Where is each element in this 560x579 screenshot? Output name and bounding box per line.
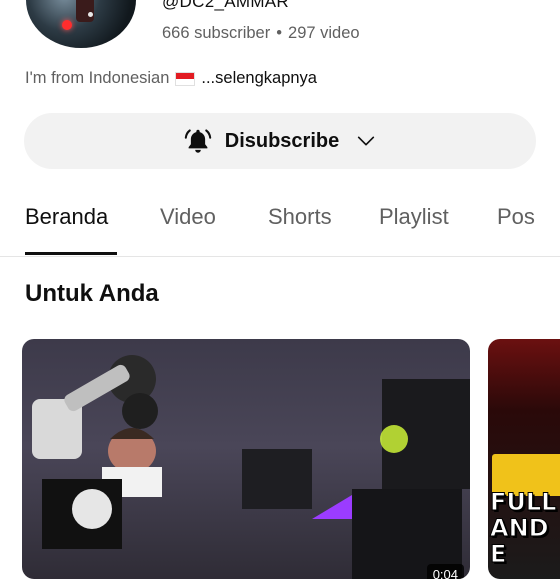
tab-playlist[interactable]: Playlist (379, 204, 449, 230)
channel-description[interactable]: I'm from Indonesian ...selengkapnya (25, 69, 317, 88)
chevron-down-icon (358, 136, 375, 146)
tab-posts[interactable]: Pos (497, 204, 535, 230)
stats-separator: • (276, 24, 283, 42)
channel-handle: @DC2_AMMAR (162, 0, 289, 11)
tab-shorts[interactable]: Shorts (268, 204, 332, 230)
avatar-figure (76, 0, 94, 22)
section-title: Untuk Anda (25, 280, 159, 307)
description-text: I'm from Indonesian (25, 69, 170, 87)
active-tab-indicator (25, 252, 117, 255)
channel-tabs: Beranda Video Shorts Playlist Pos (0, 184, 560, 257)
bell-ring-icon (184, 129, 211, 153)
video-count: 297 video (288, 24, 360, 42)
video-thumbnail-2[interactable]: FULL AND E (488, 339, 560, 579)
channel-avatar[interactable] (26, 0, 136, 48)
show-more-link[interactable]: ...selengkapnya (201, 69, 317, 88)
avatar-white-light (88, 12, 93, 17)
tab-video[interactable]: Video (160, 204, 216, 230)
channel-stats: 666 subscriber • 297 video (162, 24, 360, 43)
overlay-line-1: FULL (489, 488, 557, 516)
tab-beranda[interactable]: Beranda (25, 204, 108, 230)
thumbnail-overlay-text: FULL AND E (489, 488, 557, 568)
video-duration: 0:04 (426, 564, 464, 579)
subscribed-button[interactable]: Disubscribe (24, 113, 536, 169)
overlay-line-2: AND (489, 514, 549, 542)
indonesia-flag-icon (175, 71, 196, 86)
subscribed-label: Disubscribe (224, 129, 340, 152)
thumbnail-artwork (32, 355, 470, 579)
overlay-line-3: E (489, 540, 507, 568)
avatar-red-light (62, 20, 72, 30)
video-thumbnail[interactable]: 0:04 (22, 339, 470, 579)
subscriber-count: 666 subscriber (162, 24, 271, 42)
